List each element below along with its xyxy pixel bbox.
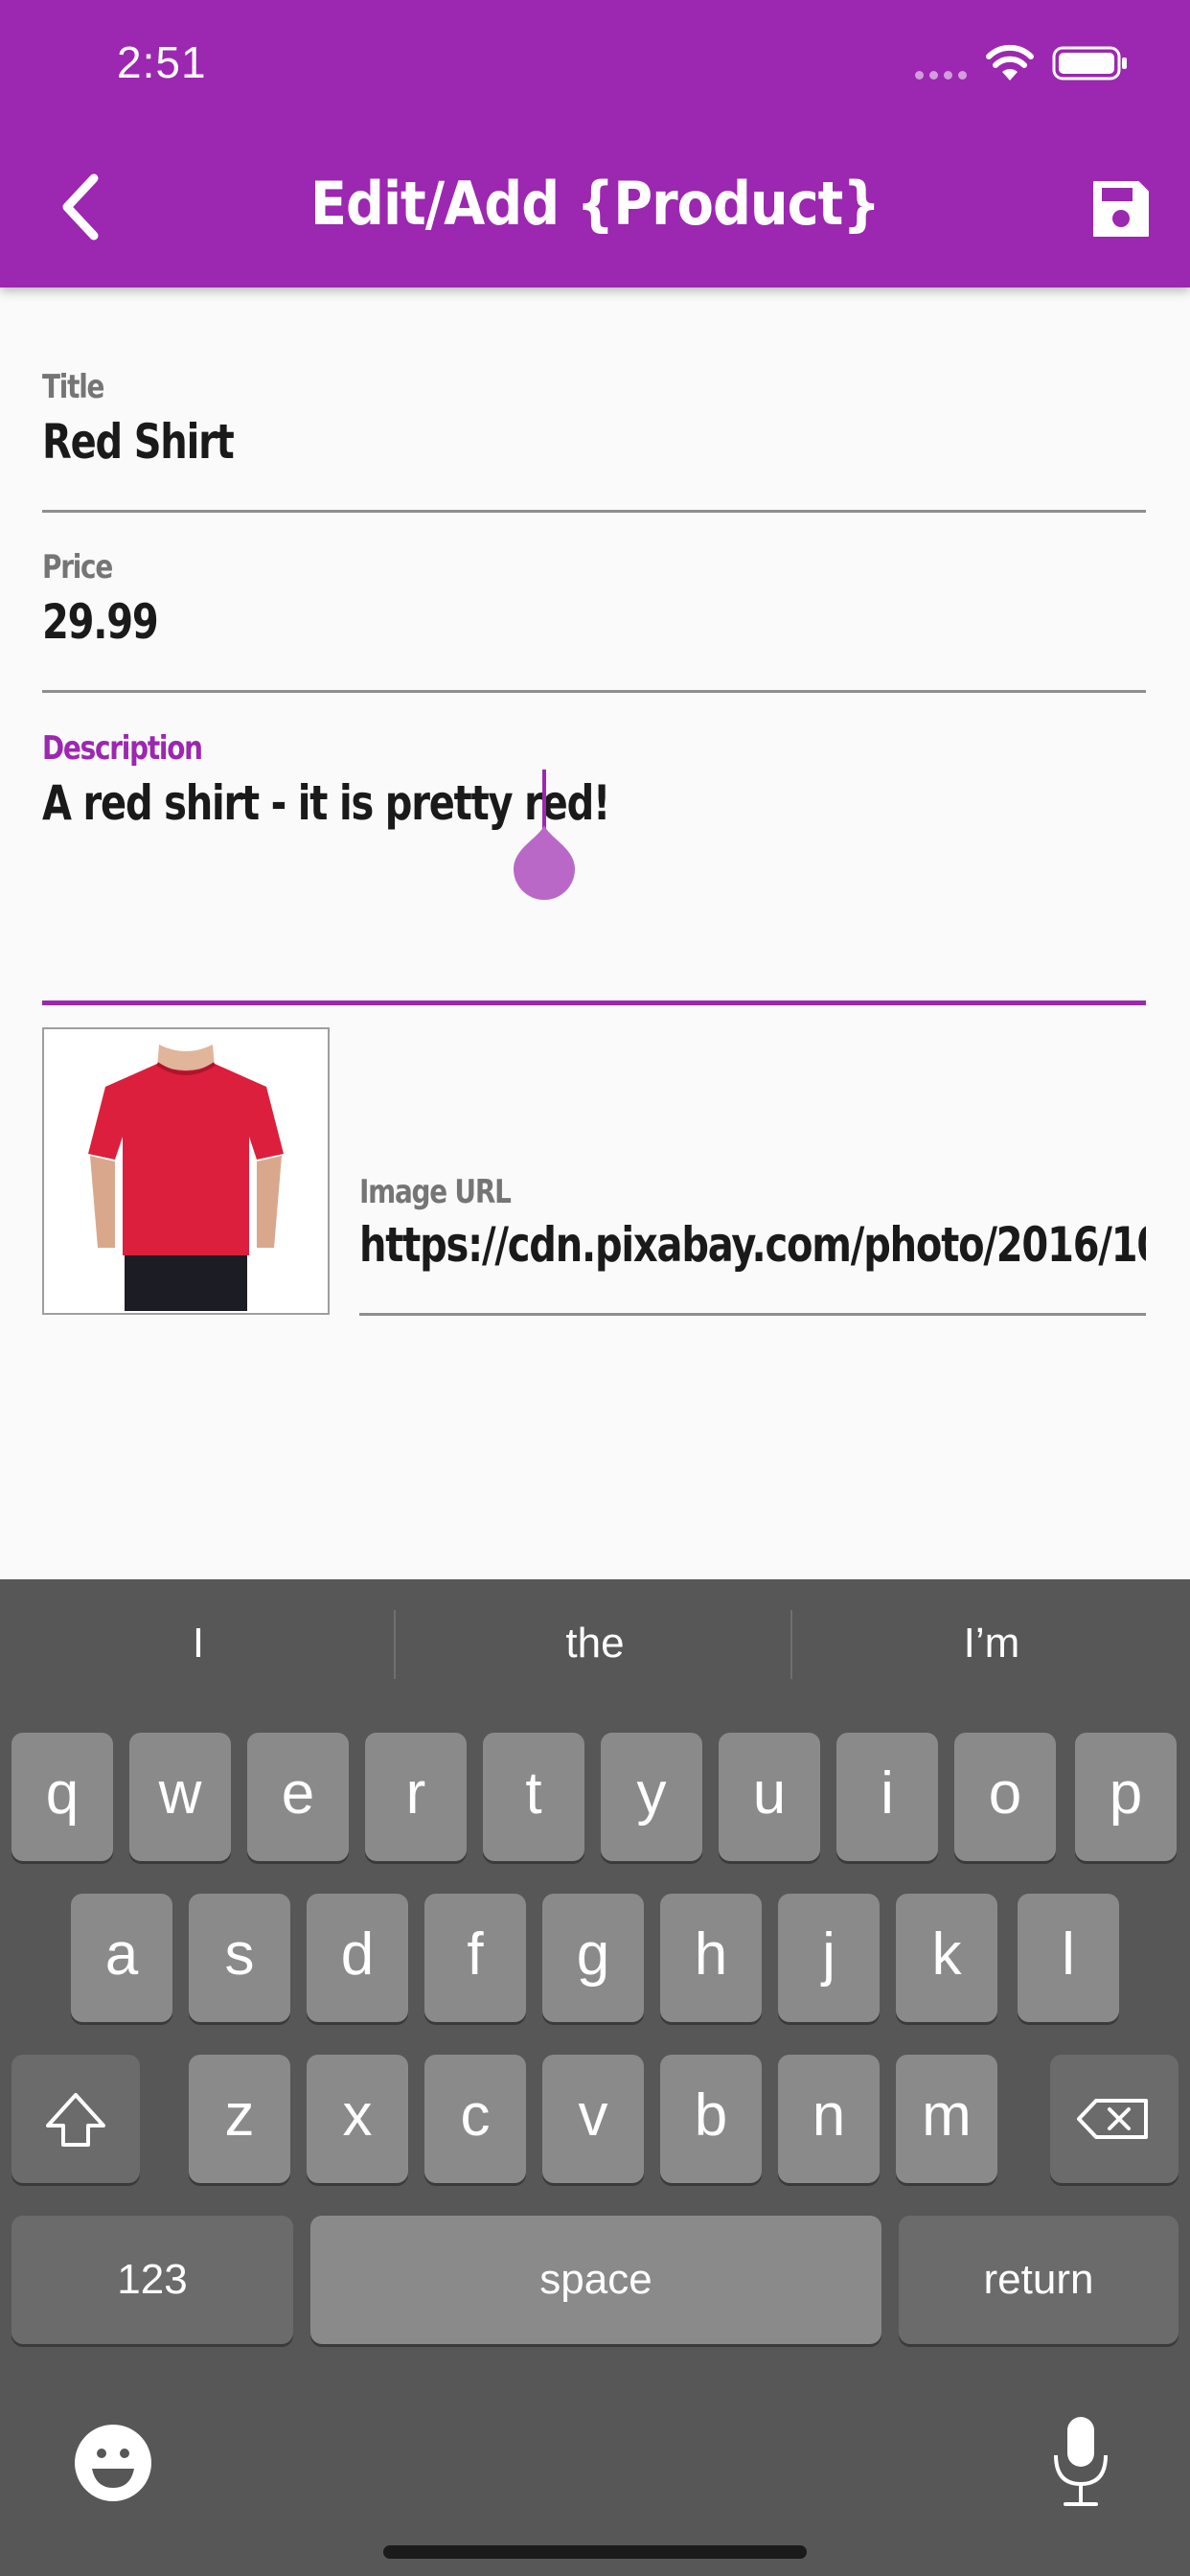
on-screen-keyboard: I the I’m q w e r t y u i o p a s d f g …: [0, 1579, 1190, 2576]
key-e[interactable]: e: [247, 1733, 349, 1861]
shift-key[interactable]: [11, 2055, 140, 2183]
suggestion-2[interactable]: the: [397, 1579, 793, 1708]
return-key[interactable]: return: [899, 2216, 1179, 2344]
key-q[interactable]: q: [11, 1733, 113, 1861]
page-title: Edit/Add {Product}: [309, 169, 881, 239]
home-indicator[interactable]: [383, 2545, 807, 2559]
key-b[interactable]: b: [660, 2055, 762, 2183]
battery-icon: [1052, 46, 1127, 80]
key-m[interactable]: m: [896, 2055, 997, 2183]
red-shirt-image: [44, 1029, 328, 1313]
product-image-preview: [42, 1027, 330, 1315]
suggestion-bar: I the I’m: [0, 1579, 1190, 1708]
suggestion-divider: [790, 1610, 792, 1679]
price-input[interactable]: 29.99: [42, 594, 926, 650]
status-time: 2:51: [117, 37, 207, 87]
key-t[interactable]: t: [483, 1733, 584, 1861]
emoji-icon[interactable]: [73, 2423, 153, 2503]
key-u[interactable]: u: [719, 1733, 820, 1861]
suggestion-divider: [394, 1610, 396, 1679]
microphone-icon[interactable]: [1050, 2413, 1111, 2509]
title-input[interactable]: Red Shirt: [42, 414, 926, 470]
image-url-field[interactable]: Image URL https://cdn.pixabay.com/photo/…: [359, 1173, 1146, 1319]
key-y[interactable]: y: [601, 1733, 702, 1861]
back-button[interactable]: [52, 171, 109, 243]
key-d[interactable]: d: [307, 1894, 408, 2022]
backspace-icon: [1077, 2099, 1148, 2139]
description-underline: [42, 1000, 1146, 1005]
space-key[interactable]: space: [310, 2216, 881, 2344]
signal-icon: [915, 71, 967, 80]
key-z[interactable]: z: [189, 2055, 290, 2183]
price-field[interactable]: Price 29.99: [42, 548, 1146, 694]
key-j[interactable]: j: [778, 1894, 880, 2022]
image-url-input[interactable]: https://cdn.pixabay.com/photo/2016/10/02: [359, 1217, 1146, 1273]
description-input[interactable]: A red shirt - it is pretty red!: [42, 775, 926, 831]
key-k[interactable]: k: [896, 1894, 997, 2022]
image-url-underline: [359, 1313, 1146, 1316]
key-a[interactable]: a: [71, 1894, 172, 2022]
key-v[interactable]: v: [542, 2055, 644, 2183]
suggestion-3[interactable]: I’m: [793, 1579, 1190, 1708]
key-o[interactable]: o: [954, 1733, 1056, 1861]
key-f[interactable]: f: [424, 1894, 526, 2022]
key-l[interactable]: l: [1018, 1894, 1119, 2022]
key-s[interactable]: s: [189, 1894, 290, 2022]
title-field[interactable]: Title Red Shirt: [42, 368, 1146, 514]
shift-icon: [46, 2093, 105, 2147]
description-field[interactable]: Description A red shirt - it is pretty r…: [42, 729, 1146, 1007]
title-underline: [42, 510, 1146, 513]
cursor-handle-icon[interactable]: [512, 823, 577, 902]
save-icon[interactable]: [1088, 176, 1154, 242]
title-label: Title: [42, 368, 104, 406]
app-bar: 2:51 Edit/Add {Product}: [0, 0, 1190, 288]
key-r[interactable]: r: [365, 1733, 467, 1861]
key-w[interactable]: w: [129, 1733, 231, 1861]
image-url-label: Image URL: [359, 1173, 512, 1211]
numbers-key[interactable]: 123: [11, 2216, 293, 2344]
key-g[interactable]: g: [542, 1894, 644, 2022]
key-h[interactable]: h: [660, 1894, 762, 2022]
key-c[interactable]: c: [424, 2055, 526, 2183]
backspace-key[interactable]: [1050, 2055, 1179, 2183]
key-n[interactable]: n: [778, 2055, 880, 2183]
price-underline: [42, 690, 1146, 693]
price-label: Price: [42, 548, 113, 586]
text-cursor: [542, 770, 546, 831]
suggestion-1[interactable]: I: [0, 1579, 397, 1708]
key-i[interactable]: i: [836, 1733, 938, 1861]
description-label: Description: [42, 729, 203, 768]
key-p[interactable]: p: [1075, 1733, 1177, 1861]
wifi-icon: [986, 44, 1034, 80]
key-x[interactable]: x: [307, 2055, 408, 2183]
